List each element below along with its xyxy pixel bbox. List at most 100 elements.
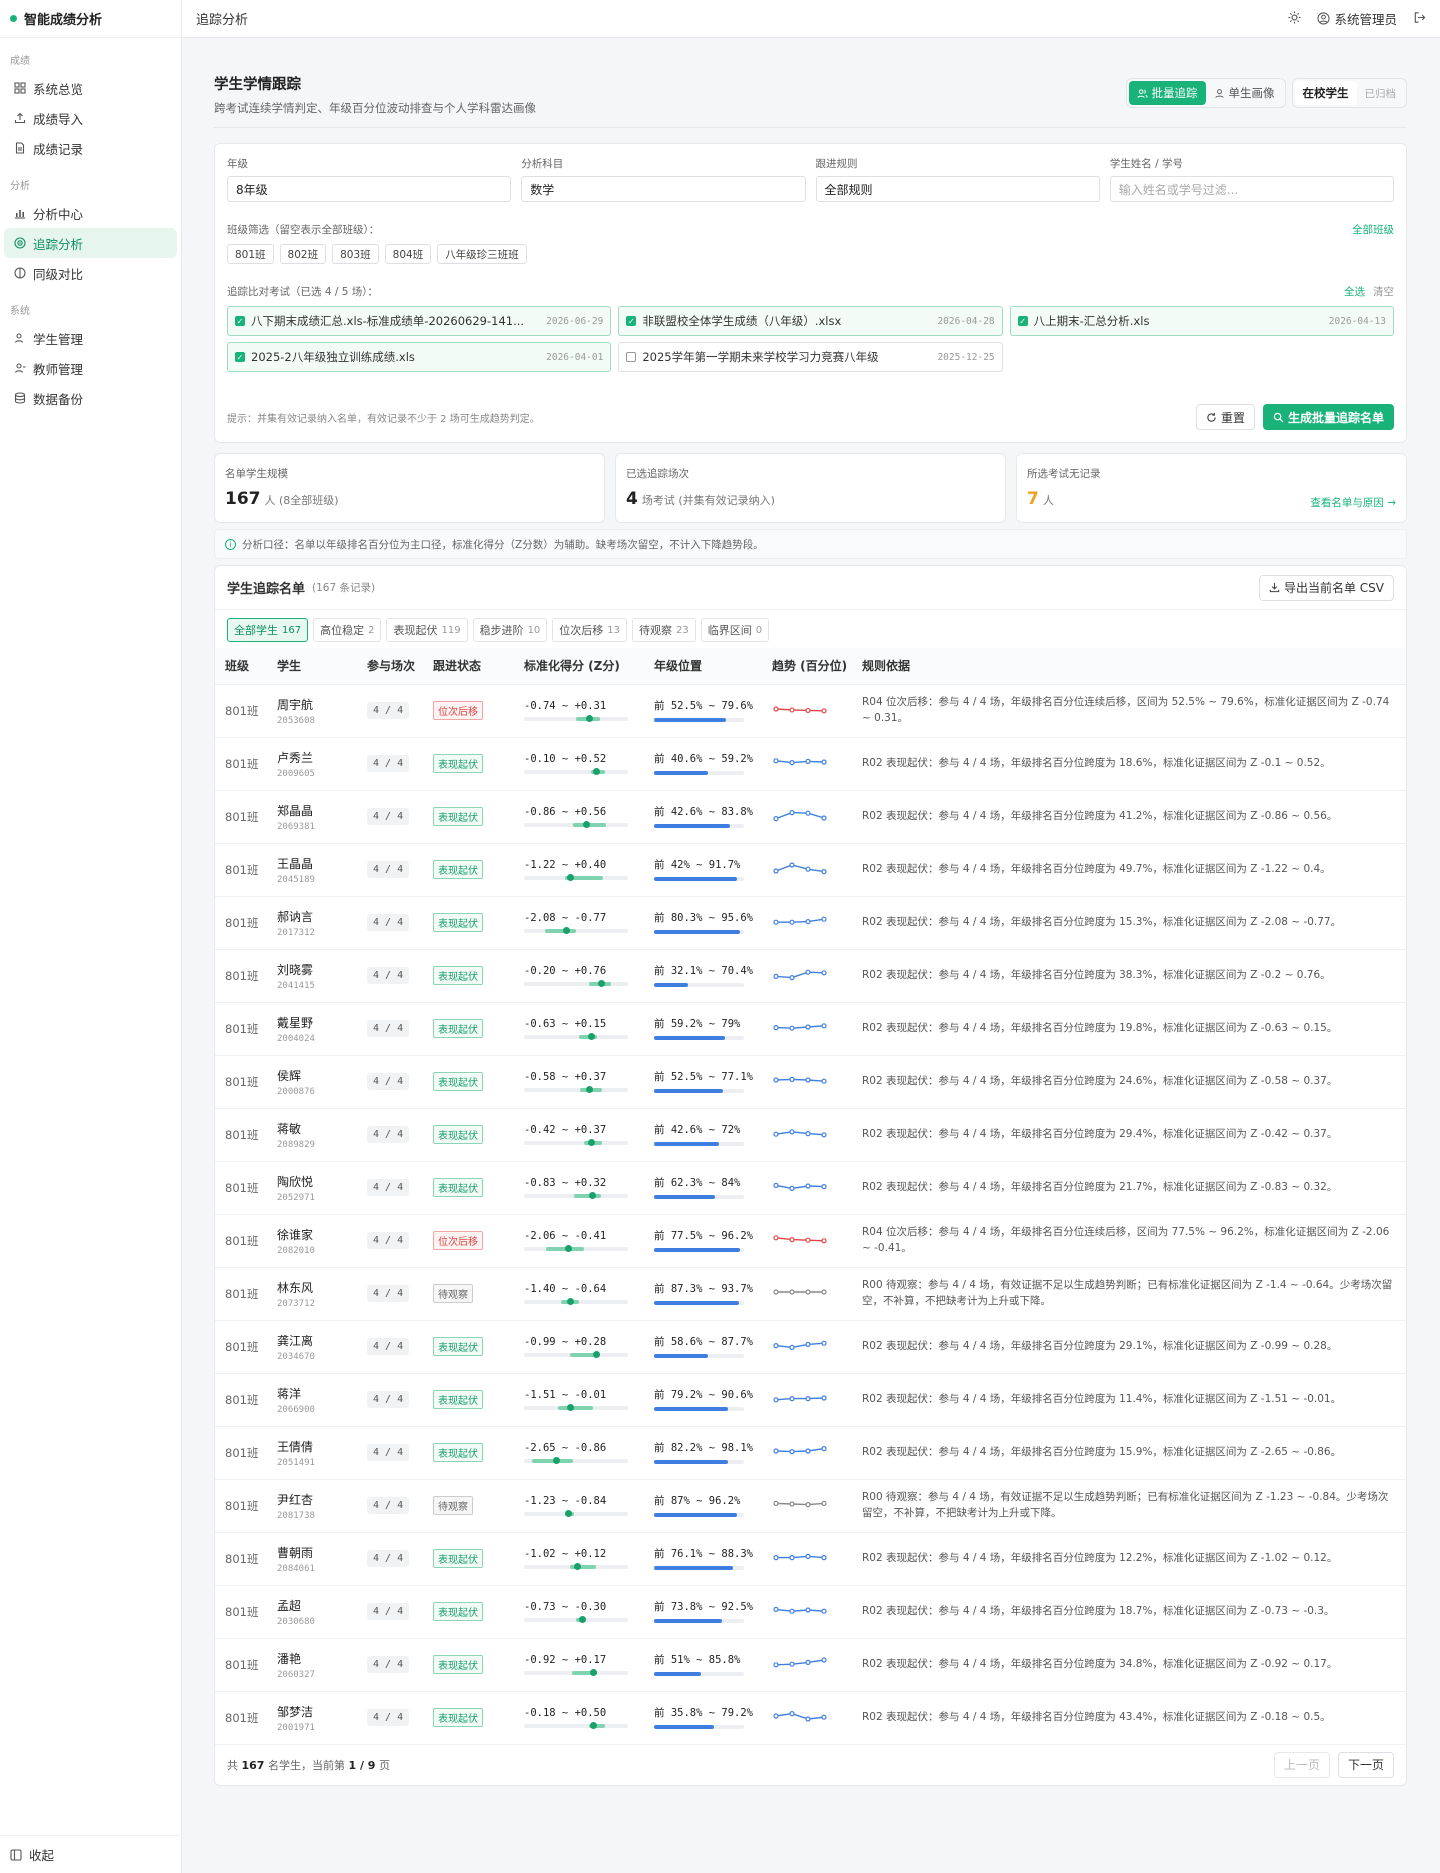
trend-cell [762, 1002, 852, 1056]
table-row[interactable]: 801班 戴星野 2004024 4 / 4 表现起伏 -0.63 ~ +0.15 前 59… [215, 1002, 1406, 1056]
student-name[interactable]: 郝讷言 [277, 908, 357, 925]
student-name[interactable]: 曹朝雨 [277, 1544, 357, 1561]
class-tag[interactable]: 801班 [227, 244, 274, 264]
exam-option[interactable]: ✓ 2025-2八年级独立训练成绩.xls 2026-04-01 [227, 342, 612, 372]
sidebar-item-teacher[interactable]: 教师管理 [4, 353, 177, 383]
student-name[interactable]: 潘艳 [277, 1650, 357, 1667]
student-name[interactable]: 郑晶晶 [277, 802, 357, 819]
table-row[interactable]: 801班 王晶晶 2045189 4 / 4 表现起伏 -1.22 ~ +0.40 前 42… [215, 843, 1406, 897]
table-row[interactable]: 801班 王倩倩 2051491 4 / 4 表现起伏 -2.65 ~ -0.86 前 82… [215, 1426, 1406, 1480]
checkbox-icon[interactable]: ✓ [235, 352, 245, 362]
scope-active-button[interactable]: 在校学生 [1294, 81, 1357, 105]
clear-link[interactable]: 清空 [1373, 284, 1394, 299]
view-missing-link[interactable]: 查看名单与原因 → [1310, 495, 1396, 510]
sidebar-item-target[interactable]: 追踪分析 [4, 228, 177, 258]
sidebar-item-user[interactable]: 学生管理 [4, 323, 177, 353]
search-input[interactable]: 输入姓名或学号过滤... [1109, 176, 1394, 202]
status-tab[interactable]: 高位稳定 2 [313, 618, 382, 642]
status-tab[interactable]: 待观察 23 [632, 618, 696, 642]
export-csv-button[interactable]: 导出当前名单 CSV [1258, 574, 1394, 601]
sidebar-item-doc[interactable]: 成绩记录 [4, 133, 177, 163]
mode-single-button[interactable]: 单生画像 [1206, 81, 1283, 105]
exam-option[interactable]: ✓ 非联盟校全体学生成绩（八年级）.xlsx 2026-04-28 [618, 306, 1003, 336]
table-row[interactable]: 801班 孟超 2030680 4 / 4 表现起伏 -0.73 ~ -0.30 前 73.… [215, 1585, 1406, 1639]
checkbox-icon[interactable]: ✓ [626, 316, 637, 326]
exam-option[interactable]: 2025学年第一学期未来学校学习力竞赛八年级 2025-12-25 [618, 342, 1003, 372]
table-row[interactable]: 801班 潘艳 2060327 4 / 4 表现起伏 -0.92 ~ +0.17 前 51%… [215, 1638, 1406, 1692]
status-tab[interactable]: 稳步进阶 10 [472, 618, 548, 642]
select-all-link[interactable]: 全选 [1344, 284, 1365, 299]
student-name[interactable]: 周宇航 [277, 696, 357, 713]
collapse-button[interactable]: 收起 [0, 1835, 182, 1873]
student-name[interactable]: 陶欣悦 [277, 1173, 357, 1190]
exam-option[interactable]: ✓ 八下期末成绩汇总.xls-标准成绩单-20260629-141... 2026-… [227, 306, 612, 336]
zscore-cell: -1.51 ~ -0.01 [514, 1373, 644, 1427]
checkbox-icon[interactable]: ✓ [235, 316, 245, 326]
student-name[interactable]: 侯辉 [277, 1067, 357, 1084]
student-name[interactable]: 刘晓雾 [277, 961, 357, 978]
student-name[interactable]: 王晶晶 [277, 855, 357, 872]
status-cell: 表现起伏 [423, 1055, 514, 1109]
student-cell: 潘艳 2060327 [267, 1638, 357, 1692]
table-row[interactable]: 801班 侯辉 2000876 4 / 4 表现起伏 -0.58 ~ +0.37 前 52.… [215, 1055, 1406, 1109]
student-name[interactable]: 龚江离 [277, 1332, 357, 1349]
student-name[interactable]: 林东风 [277, 1279, 357, 1296]
student-name[interactable]: 蒋洋 [277, 1385, 357, 1402]
table-row[interactable]: 801班 蒋洋 2066900 4 / 4 表现起伏 -1.51 ~ -0.01 前 79.… [215, 1373, 1406, 1427]
subject-select[interactable]: 数学 [521, 176, 806, 202]
prev-page-button[interactable]: 上一页 [1273, 1751, 1330, 1778]
table-row[interactable]: 801班 曹朝雨 2084061 4 / 4 表现起伏 -1.02 ~ +0.12 前 76… [215, 1532, 1406, 1586]
student-name[interactable]: 徐谁家 [277, 1226, 357, 1243]
student-name[interactable]: 尹红杏 [277, 1491, 357, 1508]
class-tag[interactable]: 802班 [279, 244, 327, 264]
stat-label: 所选考试无记录 [1027, 468, 1101, 480]
sidebar-item-database[interactable]: 数据备份 [4, 383, 177, 413]
rule-select[interactable]: 全部规则 [815, 176, 1100, 202]
class-tag[interactable]: 八年级珍三班班 [437, 244, 527, 264]
scope-archived-button[interactable]: 已归档 [1357, 81, 1405, 105]
sidebar-item-compare[interactable]: 同级对比 [4, 258, 177, 288]
status-tab[interactable]: 临界区间 0 [700, 618, 770, 642]
student-name[interactable]: 邹梦洁 [277, 1703, 357, 1720]
generate-button[interactable]: 生成批量追踪名单 [1262, 404, 1394, 430]
table-row[interactable]: 801班 郝讷言 2017312 4 / 4 表现起伏 -2.08 ~ -0.77 前 80… [215, 896, 1406, 950]
checkbox-icon[interactable]: ✓ [1017, 316, 1028, 326]
student-name[interactable]: 蒋敏 [277, 1120, 357, 1137]
table-row[interactable]: 801班 林东风 2073712 4 / 4 待观察 -1.40 ~ -0.64 前 87.… [215, 1267, 1406, 1321]
status-tab[interactable]: 位次后移 13 [552, 618, 628, 642]
class-tag[interactable]: 804班 [384, 244, 432, 264]
table-row[interactable]: 801班 邹梦洁 2001971 4 / 4 表现起伏 -0.18 ~ +0.50 前 35… [215, 1691, 1406, 1745]
student-name[interactable]: 孟超 [277, 1597, 357, 1614]
table-row[interactable]: 801班 刘晓雾 2041415 4 / 4 表现起伏 -0.20 ~ +0.76 前 32… [215, 949, 1406, 1003]
table-row[interactable]: 801班 蒋敏 2089829 4 / 4 表现起伏 -0.42 ~ +0.37 前 42.… [215, 1108, 1406, 1162]
sidebar-item-upload[interactable]: 成绩导入 [4, 103, 177, 133]
table-row[interactable]: 801班 卢秀兰 2009605 4 / 4 表现起伏 -0.10 ~ +0.52 前 40… [215, 737, 1406, 791]
status-tab[interactable]: 表现起伏 119 [386, 618, 468, 642]
class-tag[interactable]: 803班 [332, 244, 379, 264]
table-row[interactable]: 801班 陶欣悦 2052971 4 / 4 表现起伏 -0.83 ~ +0.32 前 62… [215, 1161, 1406, 1215]
logout-icon[interactable] [1413, 11, 1426, 27]
checkbox-icon[interactable] [626, 352, 637, 362]
tab-label: 临界区间 [707, 624, 752, 637]
theme-toggle-icon[interactable] [1288, 10, 1302, 27]
sidebar-item-grid[interactable]: 系统总览 [4, 73, 177, 103]
status-tab[interactable]: 全部学生 167 [227, 618, 309, 642]
all-classes-link[interactable]: 全部班级 [1352, 222, 1394, 237]
tab-count: 13 [607, 624, 621, 636]
table-row[interactable]: 801班 郑晶晶 2069381 4 / 4 表现起伏 -0.86 ~ +0.56 前 42… [215, 790, 1406, 844]
next-page-button[interactable]: 下一页 [1337, 1751, 1394, 1778]
mode-batch-button[interactable]: 批量追踪 [1128, 81, 1206, 105]
grade-select[interactable]: 8年级 [227, 176, 512, 202]
exam-option[interactable]: ✓ 八上期末-汇总分析.xls 2026-04-13 [1009, 306, 1394, 336]
student-name[interactable]: 王倩倩 [277, 1438, 357, 1455]
table-row[interactable]: 801班 徐谁家 2082010 4 / 4 位次后移 -2.06 ~ -0.41 前 77… [215, 1214, 1406, 1268]
class-cell: 801班 [215, 790, 267, 844]
sidebar-item-chart[interactable]: 分析中心 [4, 198, 177, 228]
table-row[interactable]: 801班 周宇航 2053608 4 / 4 位次后移 -0.74 ~ +0.31 前 52… [215, 684, 1406, 738]
table-row[interactable]: 801班 尹红杏 2081738 4 / 4 待观察 -1.23 ~ -0.84 前 87%… [215, 1479, 1406, 1533]
user-menu[interactable]: 系统管理员 [1317, 9, 1397, 28]
reset-button[interactable]: 重置 [1195, 404, 1255, 430]
student-name[interactable]: 戴星野 [277, 1014, 357, 1031]
student-name[interactable]: 卢秀兰 [277, 749, 357, 766]
table-row[interactable]: 801班 龚江离 2034670 4 / 4 表现起伏 -0.99 ~ +0.28 前 58… [215, 1320, 1406, 1374]
